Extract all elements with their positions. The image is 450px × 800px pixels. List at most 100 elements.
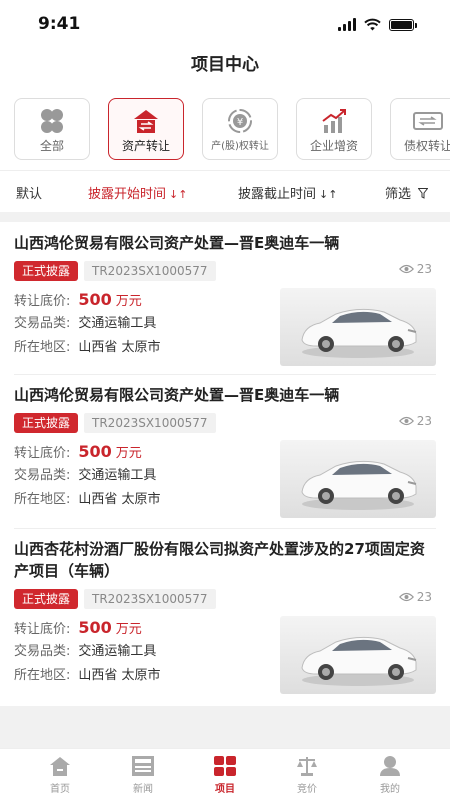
status-badge: 正式披露 (14, 413, 79, 433)
debt-transfer-icon (413, 112, 443, 130)
price-label: 转让底价: (14, 294, 71, 309)
home-icon (50, 757, 70, 776)
filter-end-time[interactable]: 披露截止时间 ↓↑ (238, 183, 337, 202)
price-unit: 万元 (115, 446, 142, 461)
status-time: 9:41 (38, 14, 81, 34)
car-image (301, 636, 417, 686)
category-label: 交易品类: (14, 316, 71, 331)
status-bar: 9:41 (0, 0, 450, 48)
price-unit: 万元 (115, 294, 142, 309)
category-label: 产(股)权转让 (211, 141, 269, 152)
auction-icon (297, 757, 317, 776)
price-label: 转让底价: (14, 446, 71, 461)
project-title: 山西杏花村汾酒厂股份有限公司拟资产处置涉及的27项固定资产项目（车辆） (14, 540, 425, 580)
project-details: 转让底价: 500 万元 交易品类: 交通运输工具 所在地区: 山西省 太原市 (14, 440, 436, 520)
meta-row: 正式披露 TR2023SX1000577 23 (14, 588, 436, 610)
eye-icon (398, 416, 414, 426)
tab-projects[interactable]: 项目 (195, 755, 255, 795)
region-label: 所在地区: (14, 340, 71, 355)
project-card[interactable]: 山西鸿伦贸易有限公司资产处置—晋E奥迪车一辆 正式披露 TR2023SX1000… (14, 232, 436, 368)
views-count: 23 (416, 590, 432, 604)
project-card[interactable]: 山西鸿伦贸易有限公司资产处置—晋E奥迪车一辆 正式披露 TR2023SX1000… (14, 384, 436, 520)
category-capital-increase[interactable]: 企业增资 (296, 98, 372, 160)
category-debt-transfer[interactable]: 债权转让 (390, 98, 450, 160)
car-thumbnail (280, 616, 436, 694)
tab-label: 首页 (50, 784, 70, 795)
battery-icon (389, 18, 417, 31)
category-equity-transfer[interactable]: ¥ 产(股)权转让 (202, 98, 278, 160)
divider (14, 528, 436, 529)
news-icon (132, 756, 154, 776)
tab-label: 项目 (215, 784, 235, 795)
svg-text:¥: ¥ (237, 117, 243, 128)
project-title: 山西鸿伦贸易有限公司资产处置—晋E奥迪车一辆 (14, 386, 340, 404)
region-label: 所在地区: (14, 668, 71, 683)
region-value: 山西省 太原市 (78, 340, 161, 355)
category-label: 企业增资 (309, 139, 358, 153)
tab-label: 竞价 (297, 784, 317, 795)
tab-label: 我的 (380, 784, 400, 795)
project-list: 山西鸿伦贸易有限公司资产处置—晋E奥迪车一辆 正式披露 TR2023SX1000… (0, 222, 450, 706)
filter-default[interactable]: 默认 (16, 183, 42, 202)
project-code: TR2023SX1000577 (84, 589, 216, 609)
wifi-icon (364, 18, 381, 31)
filter-start-time-label: 披露开始时间 (88, 187, 167, 202)
category-label: 全部 (39, 139, 64, 153)
project-details: 转让底价: 500 万元 交易品类: 交通运输工具 所在地区: 山西省 太原市 (14, 288, 436, 368)
project-card[interactable]: 山西杏花村汾酒厂股份有限公司拟资产处置涉及的27项固定资产项目（车辆） 正式披露… (14, 538, 436, 696)
eye-icon (398, 264, 414, 274)
project-details: 转让底价: 500 万元 交易品类: 交通运输工具 所在地区: 山西省 太原市 (14, 616, 436, 696)
tab-news[interactable]: 新闻 (113, 755, 173, 795)
category-label: 交易品类: (14, 644, 71, 659)
project-code: TR2023SX1000577 (84, 413, 216, 433)
category-value: 交通运输工具 (78, 468, 157, 483)
car-image (301, 308, 417, 358)
tab-home[interactable]: 首页 (30, 755, 90, 795)
tab-label: 新闻 (133, 784, 153, 795)
sort-icon: ↓↑ (319, 188, 338, 201)
filter-bar: 默认 披露开始时间 ↓↑ 披露截止时间 ↓↑ 筛选 (0, 170, 450, 212)
funnel-icon (417, 188, 429, 199)
tab-auction[interactable]: 竞价 (277, 755, 337, 795)
price-value: 500 (78, 442, 112, 461)
meta-row: 正式披露 TR2023SX1000577 23 (14, 412, 436, 434)
region-label: 所在地区: (14, 492, 71, 507)
tab-profile[interactable]: 我的 (360, 755, 420, 795)
car-thumbnail (280, 440, 436, 518)
category-all[interactable]: 全部 (14, 98, 90, 160)
capital-increase-icon (322, 109, 346, 133)
meta-row: 正式披露 TR2023SX1000577 23 (14, 260, 436, 282)
project-code: TR2023SX1000577 (84, 261, 216, 281)
signal-icon (338, 18, 356, 31)
car-image (301, 460, 417, 510)
user-icon (380, 756, 400, 776)
divider (14, 374, 436, 375)
car-thumbnail (280, 288, 436, 366)
four-leaf-icon (41, 109, 63, 133)
nav-header: 项目中心 (0, 48, 450, 86)
filter-start-time[interactable]: 披露开始时间 ↓↑ (88, 183, 187, 202)
filter-end-time-label: 披露截止时间 (238, 187, 317, 202)
asset-transfer-icon (134, 110, 158, 133)
equity-transfer-icon: ¥ (228, 109, 252, 133)
project-title: 山西鸿伦贸易有限公司资产处置—晋E奥迪车一辆 (14, 234, 340, 252)
region-value: 山西省 太原市 (78, 492, 161, 507)
tab-bar: 首页 新闻 项目 竞价 我的 (0, 748, 450, 800)
category-asset-transfer[interactable]: 资产转让 (108, 98, 184, 160)
sort-icon: ↓↑ (169, 188, 188, 201)
category-label: 债权转让 (403, 139, 450, 153)
views-count: 23 (416, 414, 432, 428)
price-unit: 万元 (115, 622, 142, 637)
category-label: 资产转让 (121, 139, 170, 153)
region-value: 山西省 太原市 (78, 668, 161, 683)
filter-button[interactable]: 筛选 (385, 183, 429, 202)
views-counter: 23 (398, 590, 432, 604)
views-counter: 23 (398, 262, 432, 276)
page-title: 项目中心 (191, 55, 259, 75)
eye-icon (398, 592, 414, 602)
status-badge: 正式披露 (14, 261, 79, 281)
views-count: 23 (416, 262, 432, 276)
price-value: 500 (78, 618, 112, 637)
category-value: 交通运输工具 (78, 316, 157, 331)
status-icons (338, 18, 417, 31)
